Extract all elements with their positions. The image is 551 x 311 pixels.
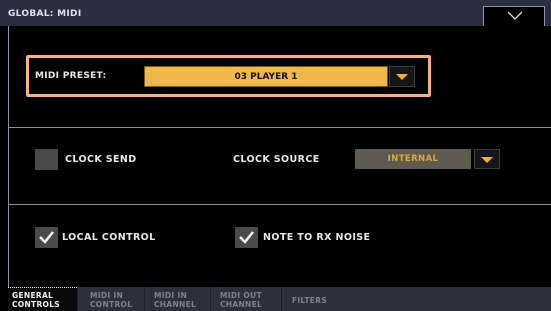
page-menu-button[interactable] bbox=[483, 6, 545, 26]
clock-source-field[interactable]: INTERNAL bbox=[355, 149, 471, 169]
checkmark-icon bbox=[239, 231, 254, 244]
section-divider-1 bbox=[8, 127, 551, 128]
active-tab-indicator bbox=[8, 287, 77, 289]
midi-preset-field[interactable]: 03 PLAYER 1 bbox=[144, 66, 388, 87]
content-left-border bbox=[8, 26, 9, 287]
tab-label-line2: CHANNEL bbox=[154, 300, 197, 309]
tab-label-line1: FILTERS bbox=[292, 296, 327, 305]
tab-label-line1: GENERAL bbox=[12, 291, 54, 300]
triangle-down-icon bbox=[396, 74, 408, 80]
local-control-checkbox[interactable] bbox=[35, 227, 58, 248]
clock-send-label: CLOCK SEND bbox=[65, 154, 137, 165]
tab-label-line1: MIDI IN bbox=[90, 291, 124, 300]
clock-source-dropdown-button[interactable] bbox=[474, 149, 500, 169]
page-title: GLOBAL: MIDI bbox=[8, 9, 82, 19]
tab-general-controls[interactable]: GENERAL CONTROLS bbox=[8, 287, 77, 311]
tab-filters[interactable]: FILTERS bbox=[282, 287, 352, 311]
clock-source-label: CLOCK SOURCE bbox=[233, 154, 320, 165]
local-control-label: LOCAL CONTROL bbox=[62, 232, 156, 243]
note-to-rx-noise-label: NOTE TO RX NOISE bbox=[263, 232, 371, 243]
section-divider-2 bbox=[8, 204, 551, 205]
chevron-down-icon bbox=[507, 11, 523, 20]
tab-midi-in-channel[interactable]: MIDI IN CHANNEL bbox=[145, 287, 210, 311]
clock-send-checkbox[interactable] bbox=[35, 149, 58, 170]
tab-label-line1: MIDI IN bbox=[154, 291, 188, 300]
checkmark-icon bbox=[39, 231, 54, 244]
midi-preset-label: MIDI PRESET: bbox=[35, 71, 107, 81]
midi-preset-dropdown-button[interactable] bbox=[389, 66, 415, 87]
triangle-down-icon bbox=[481, 157, 493, 163]
tab-label-line2: CONTROL bbox=[90, 300, 133, 309]
tab-label-line1: MIDI OUT bbox=[220, 291, 262, 300]
title-bar: GLOBAL: MIDI bbox=[0, 0, 551, 26]
tab-midi-in-control[interactable]: MIDI IN CONTROL bbox=[78, 287, 144, 311]
tab-midi-out-channel[interactable]: MIDI OUT CHANNEL bbox=[211, 287, 281, 311]
tab-label-line2: CONTROLS bbox=[12, 300, 61, 309]
tab-bar: GENERAL CONTROLS MIDI IN CONTROL MIDI IN… bbox=[8, 287, 551, 311]
note-to-rx-noise-checkbox[interactable] bbox=[235, 227, 258, 248]
tab-label-line2: CHANNEL bbox=[220, 300, 263, 309]
